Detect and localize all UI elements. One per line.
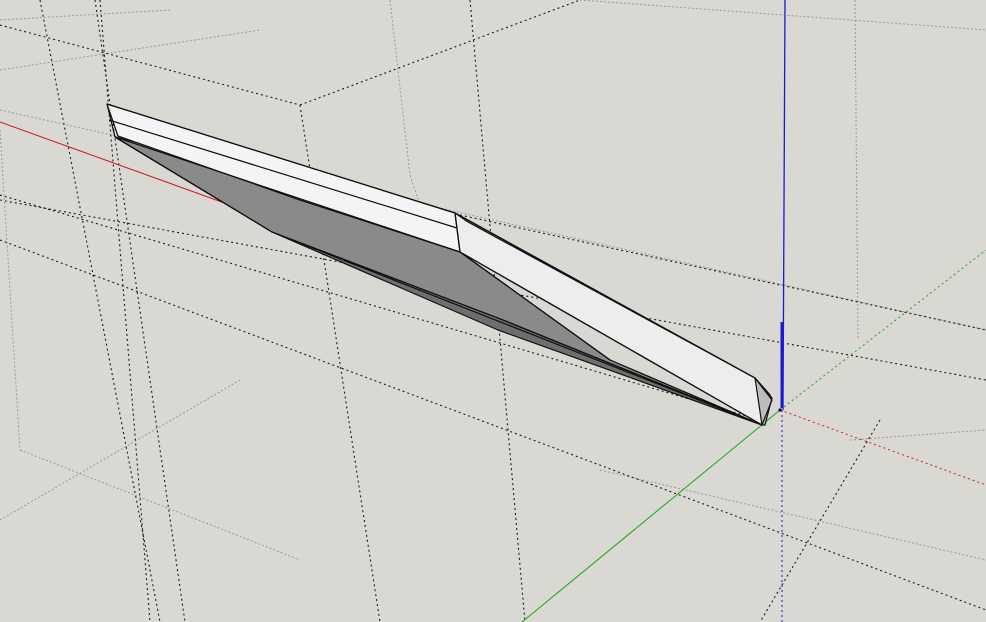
green-axis-positive xyxy=(521,409,781,622)
guide-line xyxy=(0,379,241,521)
blue-axis xyxy=(780,0,786,622)
model-shadow-face[interactable] xyxy=(114,136,763,426)
guide-line xyxy=(0,9,171,21)
model-geometry[interactable] xyxy=(106,103,773,426)
guide-line xyxy=(299,0,581,106)
guide-line xyxy=(849,429,986,441)
green-axis-negative xyxy=(779,249,986,411)
guide-line xyxy=(0,24,301,106)
guide-line xyxy=(99,0,151,622)
guide-line xyxy=(0,129,21,451)
guide-line xyxy=(0,29,261,71)
origin-point xyxy=(778,408,782,412)
model-viewport[interactable] xyxy=(0,0,986,622)
guide-line xyxy=(389,0,411,176)
guide-line xyxy=(94,0,186,622)
axes-origin-icon xyxy=(778,408,782,412)
guide-line xyxy=(19,449,301,561)
guide-line xyxy=(854,0,859,341)
viewport-canvas[interactable] xyxy=(0,0,986,622)
guide-line xyxy=(599,469,986,561)
red-axis-negative xyxy=(779,409,986,486)
guide-line xyxy=(579,0,986,31)
